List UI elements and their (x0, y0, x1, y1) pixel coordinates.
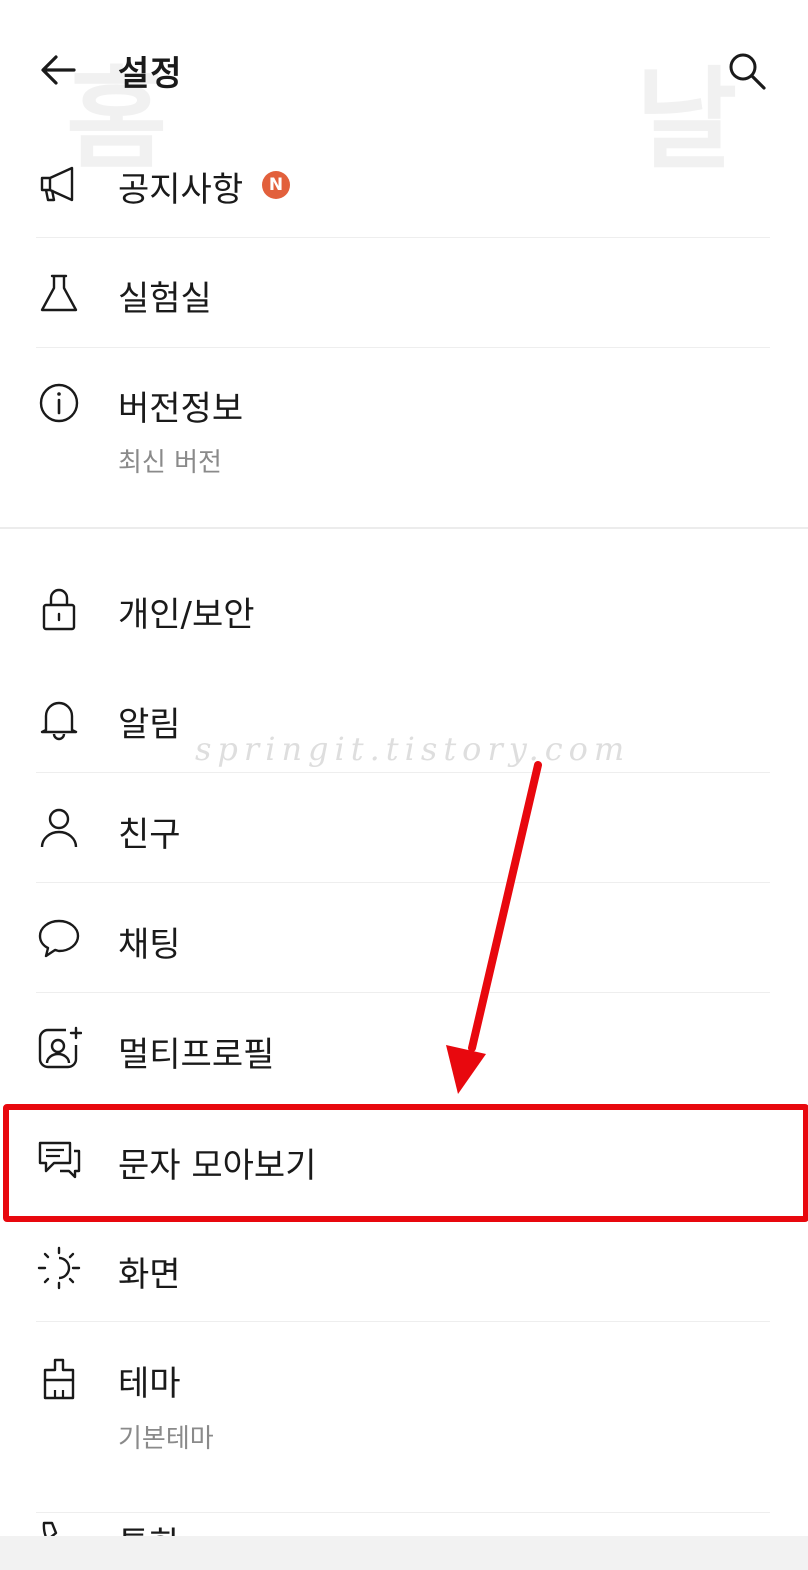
menu-item-sublabel: 기본테마 (118, 1424, 214, 1454)
menu-item-sublabel: 최신 버전 (118, 448, 222, 478)
menu-item-chat[interactable]: 채팅 (0, 883, 808, 993)
flask-icon (36, 270, 82, 316)
info-icon (36, 380, 82, 426)
menu-item-label: 버전정보 (118, 389, 244, 429)
menu-item-version[interactable]: 버전정보 최신 버전 (0, 348, 808, 526)
menu-item-display[interactable]: 화면 (0, 1213, 808, 1321)
megaphone-icon (36, 162, 82, 208)
person-icon (36, 805, 82, 851)
menu-item-call[interactable]: 통화 (0, 1513, 808, 1536)
menu-item-label: 알림 (118, 705, 181, 745)
menu-item-label: 공지사항 (118, 170, 244, 210)
menu-item-label: 통화 (118, 1517, 181, 1536)
bottom-bar (0, 1536, 808, 1570)
new-badge: N (262, 171, 290, 199)
phone-icon (36, 1517, 82, 1536)
menu-item-label: 화면 (118, 1255, 181, 1295)
menu-item-label: 채팅 (118, 925, 181, 965)
lock-icon (36, 586, 82, 632)
menu-item-multi-profile[interactable]: 멀티프로필 (0, 993, 808, 1103)
menu-item-label: 멀티프로필 (118, 1035, 275, 1075)
arrow-left-icon[interactable] (38, 50, 78, 90)
menu-item-notice[interactable]: 공지사항 N (0, 140, 808, 236)
chat-bubble-icon (36, 915, 82, 961)
bell-icon (36, 696, 82, 742)
menu-item-label: 테마 (118, 1364, 181, 1404)
menu-item-messages[interactable]: 문자 모아보기 (0, 1103, 808, 1213)
menu-item-label: 친구 (118, 815, 181, 855)
menu-item-label: 실험실 (118, 279, 212, 319)
menu-item-theme[interactable]: 테마 기본테마 (0, 1322, 808, 1502)
brightness-icon (36, 1245, 82, 1291)
menu-item-friends[interactable]: 친구 (0, 773, 808, 883)
theme-icon (36, 1356, 82, 1402)
messages-icon (36, 1137, 82, 1183)
menu-item-lab[interactable]: 실험실 (0, 238, 808, 346)
menu-item-notifications[interactable]: 알림 (0, 662, 808, 772)
app-header: 설정 (0, 0, 808, 140)
page-title: 설정 (118, 54, 183, 94)
menu-item-label: 문자 모아보기 (118, 1146, 317, 1186)
search-icon[interactable] (726, 50, 768, 92)
menu-item-label: 개인/보안 (118, 595, 255, 635)
multi-profile-icon (36, 1025, 82, 1071)
section-divider (0, 527, 808, 529)
menu-item-privacy[interactable]: 개인/보안 (0, 552, 808, 662)
